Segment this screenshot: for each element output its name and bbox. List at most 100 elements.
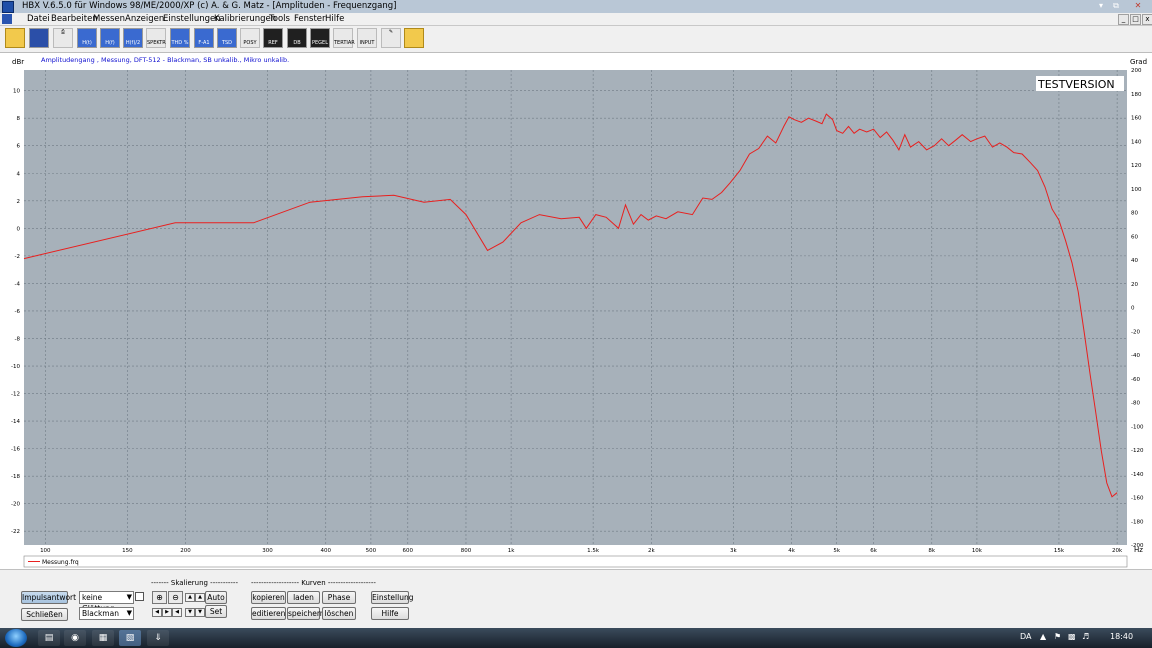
plot-subtitle: Amplitudengang , Messung, DFT-512 - Blac… (41, 56, 289, 64)
app-icon[interactable] (2, 1, 14, 13)
set-scale-button[interactable]: Set (205, 605, 227, 618)
auto-scale-button[interactable]: Auto (205, 591, 227, 604)
kopieren-button[interactable]: kopieren (251, 591, 286, 604)
skalierung-group-label: ------- Skalierung ----------- (151, 579, 238, 587)
zoom-in-icon[interactable]: ⊕ (152, 591, 167, 604)
x-tick-label: 10k (972, 548, 983, 554)
mdi-restore-icon[interactable]: □ (1130, 14, 1141, 25)
menu-datei[interactable]: Datei (27, 13, 50, 25)
posy-icon[interactable]: POSY (240, 28, 260, 48)
y2-tick-label: -160 (1131, 496, 1144, 502)
einstellung-button[interactable]: Einstellung (371, 591, 413, 604)
y-tick-label: -22 (11, 529, 20, 535)
dropdown-arrow-icon: ▼ (126, 609, 132, 617)
x-tick-label: 2k (648, 548, 655, 554)
scale-up-icon[interactable]: ▲ (185, 593, 195, 602)
mdi-minimize-icon[interactable]: _ (1118, 14, 1129, 25)
smoothing-checkbox[interactable] (135, 592, 144, 601)
control-panel: Impulsantwort Schließen keine Glättung ▼… (0, 569, 1152, 629)
y2-tick-label: 100 (1131, 187, 1142, 193)
tsd-icon[interactable]: TSD (217, 28, 237, 48)
language-indicator[interactable]: DA (1020, 632, 1032, 641)
legend-box (23, 555, 1128, 568)
tools-icon[interactable]: ✎ (381, 28, 401, 48)
x-tick-label: 600 (403, 548, 414, 554)
download-icon[interactable]: ⇓ (147, 630, 169, 646)
stretch-left-icon[interactable]: ◀ (172, 608, 182, 617)
loeschen-button[interactable]: löschen (322, 607, 356, 620)
impulsantwort-button[interactable]: Impulsantwort (21, 591, 76, 604)
menu-tools[interactable]: Tools (269, 13, 290, 25)
shift-right-icon[interactable]: ▶ (162, 608, 172, 617)
action-center-flag-icon[interactable]: ⚑ (1054, 632, 1061, 641)
schliessen-button[interactable]: Schließen (21, 608, 68, 621)
mdi-close-icon[interactable]: x (1142, 14, 1152, 25)
exit-door-icon[interactable] (404, 28, 424, 48)
x-tick-label: 150 (122, 548, 133, 554)
explorer-icon[interactable]: ▤ (38, 630, 60, 646)
db-meter-icon[interactable]: DB (287, 28, 307, 48)
speichern-button[interactable]: speichern (287, 607, 325, 620)
scale-up-small-icon[interactable]: ▲ (195, 593, 205, 602)
left-axis-unit: dBr (12, 58, 24, 66)
volume-icon[interactable]: ♬ (1082, 632, 1089, 641)
input-icon[interactable]: INPUT (357, 28, 377, 48)
reference-icon[interactable]: REF (263, 28, 283, 48)
hbx-task-icon[interactable]: ▧ (119, 630, 141, 646)
y2-tick-label: -140 (1131, 472, 1144, 478)
window-function-select[interactable]: Blackman ▼ (79, 607, 134, 620)
y-tick-label: -6 (15, 309, 21, 315)
x-tick-label: 3k (730, 548, 737, 554)
zoom-out-icon[interactable]: ⊖ (168, 591, 183, 604)
title-bar: HBX V.6.5.0 für Windows 98/ME/2000/XP (c… (0, 0, 1152, 14)
testversion-watermark: TESTVERSION (1037, 78, 1115, 91)
menu-anzeigen[interactable]: Anzeigen (125, 13, 164, 25)
spectrum-icon[interactable]: SPEKTR (146, 28, 166, 48)
print-icon[interactable]: ⎙ (53, 28, 73, 48)
kurven-group-label: ------------------- Kurven -------------… (251, 579, 376, 587)
y2-tick-label: -40 (1131, 353, 1140, 359)
level-icon[interactable]: PEGEL (310, 28, 330, 48)
menu-bearbeiten[interactable]: Bearbeiten (51, 13, 98, 25)
fa-icon[interactable]: F-A1 (194, 28, 214, 48)
start-button[interactable] (5, 629, 27, 647)
menu-hilfe[interactable]: Hilfe (325, 13, 344, 25)
menu-messen[interactable]: Messen (93, 13, 125, 25)
document-icon[interactable] (2, 14, 12, 24)
menu-fenster[interactable]: Fenster (294, 13, 326, 25)
minimize-icon[interactable]: ▾ (1095, 1, 1107, 11)
frequency-response-icon[interactable]: H(f) (100, 28, 120, 48)
y-tick-label: -2 (15, 254, 20, 260)
restore-icon[interactable]: ⧉ (1110, 1, 1122, 11)
scale-down-icon[interactable]: ▼ (185, 608, 195, 617)
y-tick-label: -8 (15, 336, 21, 342)
y-tick-label: 10 (13, 89, 20, 95)
y2-tick-label: 80 (1131, 211, 1138, 217)
impulse-response-icon[interactable]: H(t) (77, 28, 97, 48)
x-tick-label: 200 (180, 548, 191, 554)
scale-down-small-icon[interactable]: ▼ (195, 608, 205, 617)
phase-button[interactable]: Phase (322, 591, 356, 604)
menu-einstellungen[interactable]: Einstellungen (163, 13, 221, 25)
open-folder-icon[interactable] (5, 28, 25, 48)
shift-left-icon[interactable]: ◀ (152, 608, 162, 617)
third-octave-icon[interactable]: TERTIAR (333, 28, 355, 48)
smoothing-select[interactable]: keine Glättung ▼ (79, 591, 134, 613)
plot-panel: 10 8 6 4 2 0 -2 -4 -6 -8 -10 -12 -14 -16 -18 -20 -22 200… (0, 53, 1152, 569)
save-disk-icon[interactable] (29, 28, 49, 48)
app-window-icon[interactable]: ▦ (92, 630, 114, 646)
x-tick-label: 500 (366, 548, 377, 554)
firefox-icon[interactable]: ◉ (64, 630, 86, 646)
frequency-half-icon[interactable]: H(f)/2 (123, 28, 143, 48)
show-hidden-icons-icon[interactable]: ▲ (1040, 632, 1046, 641)
y2-tick-label: 180 (1131, 92, 1142, 98)
laden-button[interactable]: laden (287, 591, 320, 604)
menu-kalibrierungen[interactable]: Kalibrierungen (214, 13, 276, 25)
network-icon[interactable]: ▩ (1068, 632, 1076, 641)
y2-tick-label: -20 (1131, 329, 1140, 335)
toolbar: ⎙ H(t) H(f) H(f)/2 SPEKTR THD % F-A1 TSD… (0, 26, 1152, 53)
close-icon[interactable]: ✕ (1132, 1, 1144, 11)
hilfe-button[interactable]: Hilfe (371, 607, 409, 620)
editieren-button[interactable]: editieren (251, 607, 286, 620)
tfs-thd-icon[interactable]: THD % (170, 28, 190, 48)
